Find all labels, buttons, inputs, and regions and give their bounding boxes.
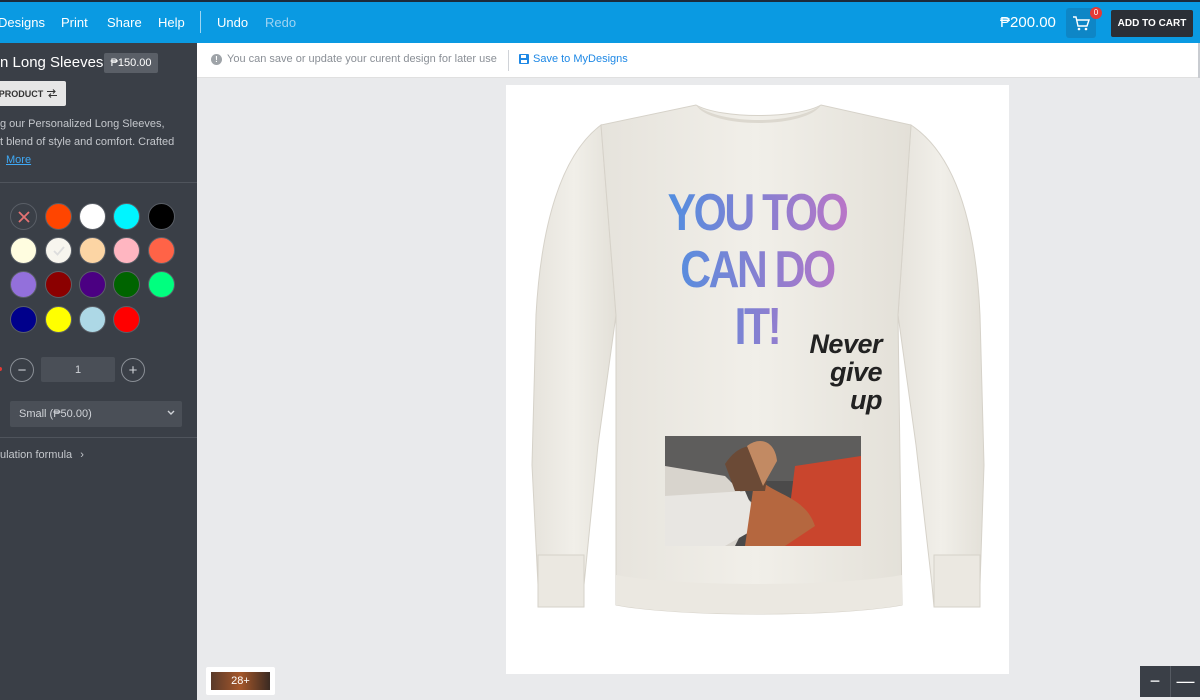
- slogan-line: up: [850, 385, 883, 415]
- swatch-color[interactable]: [45, 203, 72, 230]
- size-select-value: Small (₱50.00): [19, 408, 92, 420]
- check-icon: [52, 245, 65, 256]
- product-price-badge: ₱150.00: [104, 53, 158, 73]
- cart-count-badge: 0: [1090, 7, 1102, 19]
- size-select[interactable]: Small (₱50.00): [10, 401, 182, 427]
- swatch-selected[interactable]: [45, 237, 72, 264]
- swap-icon: [47, 89, 58, 98]
- info-icon: !: [211, 54, 222, 65]
- chevron-right-icon: ›: [80, 449, 84, 461]
- layer-thumbnail[interactable]: 28+: [206, 667, 275, 695]
- minus-icon: −: [17, 361, 27, 379]
- add-to-cart-button[interactable]: ADD TO CART: [1111, 10, 1193, 37]
- change-product-button[interactable]: PRODUCT: [0, 81, 66, 106]
- divider: [0, 182, 197, 183]
- divider: [0, 437, 197, 438]
- description-line-1: g our Personalized Long Sleeves,: [0, 118, 165, 130]
- swatch-color[interactable]: [79, 271, 106, 298]
- zoom-in-button[interactable]: —: [1170, 666, 1200, 697]
- menu-designs[interactable]: Designs: [0, 2, 45, 43]
- product-sidebar: n Long Sleeves ₱150.00 PRODUCT g our Per…: [0, 43, 197, 700]
- close-icon: [17, 210, 30, 223]
- swatch-color[interactable]: [45, 271, 72, 298]
- swatch-color[interactable]: [148, 271, 175, 298]
- swatch-color[interactable]: [10, 271, 37, 298]
- description-line-2: t blend of style and comfort. Crafted: [0, 136, 175, 148]
- save-hint-text: You can save or update your curent desig…: [227, 53, 497, 65]
- required-marker: [0, 367, 2, 371]
- swatch-color[interactable]: [10, 306, 37, 333]
- swatch-color[interactable]: [113, 271, 140, 298]
- info-bar: ! You can save or update your curent des…: [197, 43, 1200, 78]
- chevron-down-icon: [167, 410, 175, 415]
- swatch-color[interactable]: [113, 306, 140, 333]
- undo-button[interactable]: Undo: [217, 2, 248, 43]
- save-to-mydesigns-link[interactable]: Save to MyDesigns: [519, 53, 628, 65]
- quantity-increase-button[interactable]: +: [121, 358, 145, 382]
- more-link[interactable]: More: [6, 154, 31, 166]
- top-toolbar: Designs Print Share Help Undo Redo ₱200.…: [0, 0, 1200, 43]
- divider: [508, 50, 509, 71]
- swatch-color[interactable]: [148, 237, 175, 264]
- plus-icon: +: [128, 361, 138, 379]
- calc-link-label: ulation formula: [0, 449, 73, 461]
- swatch-color[interactable]: [148, 203, 175, 230]
- toolbar-divider: [200, 11, 201, 33]
- cart-total: ₱200.00: [1000, 14, 1056, 31]
- slogan-line: Never: [809, 329, 882, 359]
- swatch-color[interactable]: [79, 306, 106, 333]
- zoom-out-button[interactable]: −: [1140, 666, 1170, 697]
- swatch-color[interactable]: [45, 306, 72, 333]
- swatch-color[interactable]: [113, 237, 140, 264]
- product-button-label: PRODUCT: [0, 88, 44, 99]
- save-link-label: Save to MyDesigns: [533, 53, 628, 65]
- thumbnail-label: 28+: [211, 672, 270, 690]
- swatch-color[interactable]: [79, 237, 106, 264]
- product-title: n Long Sleeves: [0, 54, 104, 71]
- quantity-decrease-button[interactable]: −: [10, 358, 34, 382]
- swatch-none[interactable]: [10, 203, 37, 230]
- menu-print[interactable]: Print: [61, 2, 88, 43]
- swatch-color[interactable]: [79, 203, 106, 230]
- calculation-formula-link[interactable]: ulation formula ›: [0, 449, 84, 461]
- redo-button[interactable]: Redo: [265, 2, 296, 43]
- slogan-line: give: [829, 357, 883, 387]
- design-handshake-image[interactable]: [665, 436, 861, 546]
- handshake-painting: [665, 436, 861, 546]
- quantity-input[interactable]: 1: [41, 357, 115, 382]
- floppy-disk-icon: [519, 54, 529, 64]
- design-canvas[interactable]: YOU TOO CAN DO IT! Never give up: [506, 85, 1009, 674]
- swatch-color[interactable]: [113, 203, 140, 230]
- cart-icon: [1073, 16, 1090, 31]
- menu-help[interactable]: Help: [158, 2, 185, 43]
- swatch-color[interactable]: [10, 237, 37, 264]
- design-slogan-text[interactable]: Never give up: [752, 330, 882, 414]
- menu-share[interactable]: Share: [107, 2, 142, 43]
- product-description: g our Personalized Long Sleeves, t blend…: [0, 115, 174, 169]
- zoom-controls: − —: [1140, 666, 1200, 697]
